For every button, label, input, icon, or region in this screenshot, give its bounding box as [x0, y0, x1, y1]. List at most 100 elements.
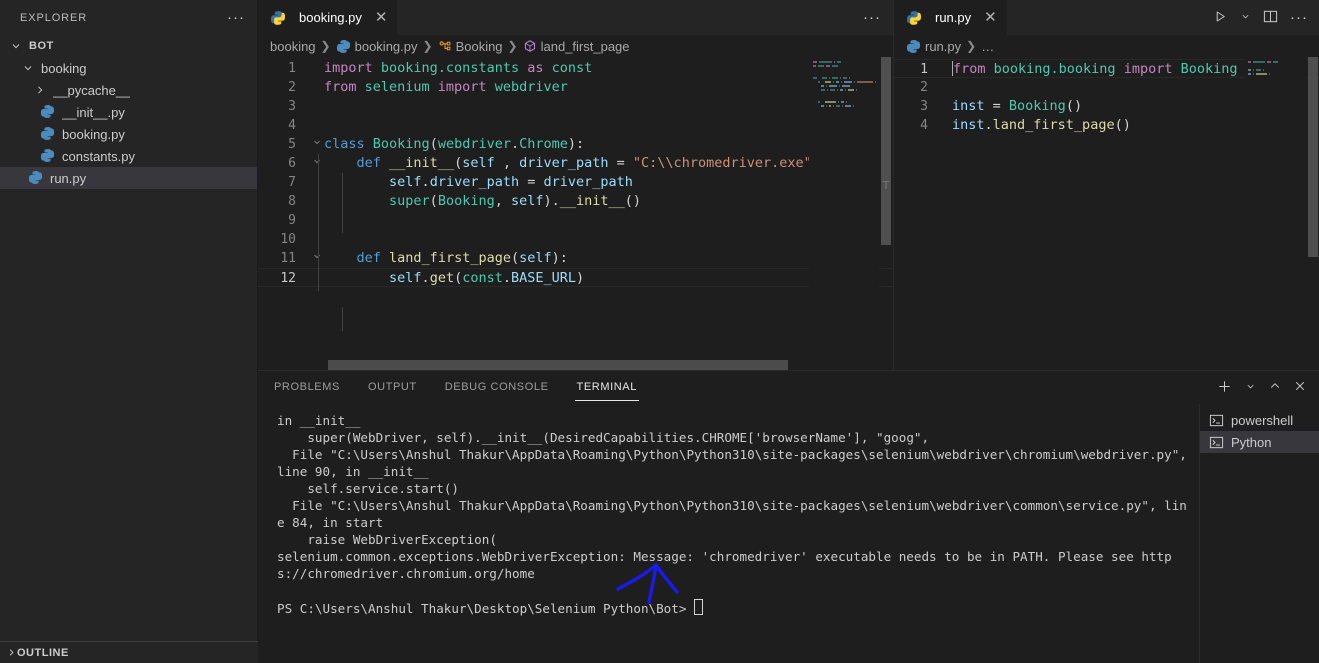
close-icon[interactable]: ✕	[984, 10, 997, 25]
code-line[interactable]: 4	[258, 116, 893, 135]
explorer-more-icon[interactable]: ···	[227, 10, 245, 25]
code-text: self.driver_path = driver_path	[389, 174, 633, 190]
python-icon	[906, 39, 921, 54]
run-icon[interactable]	[1213, 9, 1228, 27]
code-line[interactable]: 11 def land_first_page(self):	[258, 249, 893, 268]
vertical-scrollbar[interactable]	[1306, 57, 1319, 370]
minimap-token	[1256, 73, 1267, 75]
code-line[interactable]: 7 self.driver_path = driver_path	[258, 173, 893, 192]
minimap-token	[857, 81, 873, 83]
fold-chevron-icon[interactable]	[310, 135, 324, 154]
outline-section-header[interactable]: OUTLINE	[0, 641, 258, 663]
panel-tabbar: PROBLEMS OUTPUT DEBUG CONSOLE TERMINAL	[258, 371, 1319, 404]
minimap-token	[818, 81, 820, 83]
fold-chevron-icon[interactable]	[310, 154, 324, 173]
code-line[interactable]: 8 super(Booking, self).__init__()	[258, 192, 893, 211]
scrollbar-thumb[interactable]	[328, 360, 788, 370]
code-line[interactable]: 6 def __init__(self , driver_path = "C:\…	[258, 154, 893, 173]
tree-item-bot[interactable]: BOT	[0, 35, 257, 57]
minimap-token	[819, 61, 832, 63]
minimap[interactable]	[809, 57, 879, 374]
editor-more-icon[interactable]: ···	[863, 10, 881, 25]
tree-item-booking[interactable]: booking	[0, 57, 257, 79]
close-icon[interactable]: ✕	[375, 10, 388, 25]
minimap[interactable]	[1244, 57, 1306, 374]
code-line[interactable]: 3	[258, 97, 893, 116]
minimap-token	[1248, 61, 1251, 63]
breadcrumb-item[interactable]: run.py	[906, 39, 961, 54]
terminal-output-area[interactable]: in __init__ super(WebDriver, self).__ini…	[258, 404, 1199, 663]
python-icon	[28, 170, 44, 186]
tree-item-booking-py[interactable]: booking.py	[0, 123, 257, 145]
chevron-down-icon[interactable]	[1245, 380, 1256, 395]
minimap-token	[1263, 69, 1264, 71]
tree-item--init-py[interactable]: __init__.py	[0, 101, 257, 123]
breadcrumb-item[interactable]: booking.py	[336, 39, 418, 54]
code-line[interactable]: 5 class Booking(webdriver.Chrome):	[258, 135, 893, 154]
line-number: 1	[920, 62, 928, 77]
terminal-list-item-powershell[interactable]: powershell	[1200, 409, 1319, 431]
breadcrumb-item[interactable]: booking	[270, 39, 316, 54]
code-line[interactable]: 10	[258, 230, 893, 249]
chevron-down-icon[interactable]	[1240, 10, 1251, 25]
code-line[interactable]: 9	[258, 211, 893, 230]
minimap-token	[826, 105, 827, 107]
minimap-token	[829, 85, 837, 87]
new-terminal-icon[interactable]	[1217, 379, 1232, 397]
horizontal-scrollbar[interactable]	[258, 360, 809, 370]
scrollbar-thumb[interactable]	[1308, 57, 1318, 257]
tree-item--pycache-[interactable]: __pycache__	[0, 79, 257, 101]
python-icon	[336, 39, 351, 54]
code-line[interactable]: 12 self.get(const.BASE_URL)	[258, 268, 893, 287]
minimap-token	[813, 89, 819, 91]
class-icon	[438, 39, 452, 53]
terminal-list-item-python[interactable]: Python	[1200, 431, 1319, 453]
outline-label: OUTLINE	[17, 646, 69, 659]
tree-item-run-py[interactable]: run.py	[0, 167, 257, 189]
breadcrumb-item[interactable]: land_first_page	[523, 39, 630, 54]
vertical-scrollbar[interactable]	[879, 57, 893, 370]
bottom-panel: PROBLEMS OUTPUT DEBUG CONSOLE TERMINAL in _…	[258, 370, 1319, 663]
split-editor-icon[interactable]	[1263, 9, 1278, 27]
tree-item-constants-py[interactable]: constants.py	[0, 145, 257, 167]
panel-tab-problems[interactable]: PROBLEMS	[272, 374, 342, 401]
minimap-token	[839, 85, 840, 87]
minimap-line	[809, 61, 879, 64]
breadcrumb-item[interactable]: …	[981, 39, 994, 54]
code-line[interactable]: 1 import booking.constants as const	[258, 59, 893, 78]
code-lines: 1 import booking.constants as const 2 from …	[258, 57, 893, 287]
fold-chevron-icon[interactable]	[310, 249, 324, 268]
tree-item-label: constants.py	[62, 148, 135, 164]
minimap-token	[849, 77, 850, 79]
code-line[interactable]: 2 from selenium import webdriver	[258, 78, 893, 97]
editor-more-icon[interactable]: ···	[1290, 10, 1308, 25]
code-editor-left[interactable]: 1 import booking.constants as const 2 from …	[258, 57, 893, 374]
minimap-token	[813, 85, 819, 87]
terminal-list: powershell Python	[1199, 404, 1319, 663]
code-editor-right[interactable]: 1 from booking.booking import Booking 2 3 in…	[894, 57, 1319, 374]
scrollbar-thumb[interactable]	[881, 57, 891, 245]
chevron-up-icon[interactable]	[1269, 380, 1281, 395]
panel-tab-debug-console[interactable]: DEBUG CONSOLE	[443, 374, 551, 401]
breadcrumb-item[interactable]: Booking	[438, 39, 503, 54]
minimap-token	[1273, 61, 1278, 63]
minimap-token	[813, 81, 816, 83]
tab-run-py[interactable]: run.py ✕	[894, 0, 1008, 35]
minimap-token	[834, 61, 835, 63]
close-panel-icon[interactable]	[1294, 380, 1306, 395]
panel-tab-output[interactable]: OUTPUT	[366, 374, 419, 401]
file-tree: BOT booking __pycache__ __init__.py booking.…	[0, 35, 257, 189]
breadcrumb-separator: ❯	[422, 39, 433, 53]
minimap-token	[848, 89, 854, 91]
tab-booking-py[interactable]: booking.py ✕	[258, 0, 399, 35]
minimap-token	[1253, 61, 1265, 63]
line-number: 12	[280, 271, 296, 286]
panel-tab-terminal[interactable]: TERMINAL	[574, 374, 640, 401]
minimap-line	[1244, 65, 1306, 68]
